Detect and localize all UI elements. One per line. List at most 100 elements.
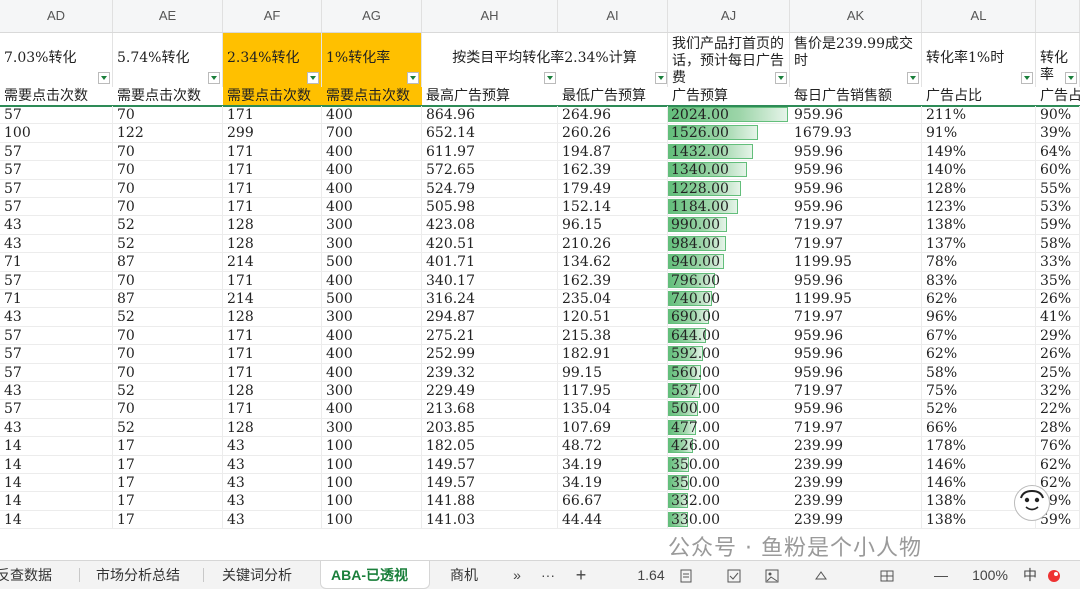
table-cell[interactable]: 171 xyxy=(223,326,322,345)
table-cell[interactable]: 179.49 xyxy=(558,179,668,198)
column-letter-next[interactable] xyxy=(1036,0,1080,32)
table-cell[interactable]: 90% xyxy=(1036,106,1080,124)
table-cell[interactable]: 719.97 xyxy=(790,382,922,400)
table-cell[interactable]: 213.68 xyxy=(422,400,558,419)
table-cell[interactable]: 1199.95 xyxy=(790,253,922,272)
table-cell[interactable]: 128 xyxy=(223,308,322,327)
table-cell[interactable]: 100 xyxy=(322,455,422,474)
table-cell[interactable]: 43 xyxy=(223,492,322,511)
table-cell[interactable]: 44.44 xyxy=(558,510,668,529)
table-cell[interactable]: 57 xyxy=(0,161,113,180)
table-cell[interactable]: 260.26 xyxy=(558,124,668,143)
table-cell[interactable]: 171 xyxy=(223,142,322,161)
add-sheet-button[interactable]: + xyxy=(570,561,592,589)
table-cell[interactable]: 171 xyxy=(223,161,322,180)
subheader-cell[interactable]: 最高广告预算 xyxy=(422,87,558,105)
table-cell[interactable]: 43 xyxy=(0,308,113,327)
table-cell[interactable]: 171 xyxy=(223,179,322,198)
table-cell[interactable]: 239.32 xyxy=(422,363,558,382)
table-cell[interactable]: 57 xyxy=(0,106,113,124)
table-cell[interactable]: 26% xyxy=(1036,345,1080,364)
table-cell[interactable]: 70 xyxy=(113,400,223,419)
table-cell[interactable]: 52% xyxy=(922,400,1036,419)
subheader-cell[interactable]: 广告占比 xyxy=(922,87,1036,105)
table-cell[interactable]: 162.39 xyxy=(558,271,668,290)
header-cell-af[interactable]: 2.34%转化 xyxy=(223,33,322,87)
table-cell[interactable]: 423.08 xyxy=(422,216,558,235)
table-cell[interactable]: 350.00 xyxy=(668,456,720,474)
table-cell[interactable]: 135.04 xyxy=(558,400,668,419)
table-cell[interactable]: 14 xyxy=(0,455,113,474)
table-cell[interactable]: 70 xyxy=(113,161,223,180)
table-cell[interactable]: 71 xyxy=(0,253,113,272)
filter-dropdown-icon[interactable] xyxy=(907,72,919,84)
table-cell[interactable]: 401.71 xyxy=(422,253,558,272)
filter-dropdown-icon[interactable] xyxy=(1021,72,1033,84)
table-cell[interactable]: 70 xyxy=(113,142,223,161)
table-cell[interactable]: 959.96 xyxy=(790,106,922,124)
column-letter-al[interactable]: AL xyxy=(922,0,1036,32)
table-cell[interactable]: 14 xyxy=(0,492,113,511)
column-letter-af[interactable]: AF xyxy=(223,0,322,32)
table-cell[interactable]: 959.96 xyxy=(790,198,922,216)
table-cell[interactable]: 137% xyxy=(922,234,1036,253)
image-icon[interactable] xyxy=(762,561,782,589)
filter-dropdown-icon[interactable] xyxy=(775,72,787,84)
table-cell[interactable]: 572.65 xyxy=(422,161,558,180)
table-cell[interactable]: 959.96 xyxy=(790,363,922,382)
table-cell[interactable]: 57 xyxy=(0,345,113,364)
subheader-cell[interactable]: 最低广告预算 xyxy=(558,87,668,105)
table-cell[interactable]: 134.62 xyxy=(558,253,668,272)
table-cell[interactable]: 537.00 xyxy=(668,382,720,400)
table-cell[interactable]: 719.97 xyxy=(790,418,922,437)
filter-dropdown-icon[interactable] xyxy=(208,72,220,84)
table-cell[interactable]: 400 xyxy=(322,179,422,198)
table-cell[interactable]: 39% xyxy=(1036,124,1080,143)
table-cell[interactable]: 171 xyxy=(223,198,322,216)
column-letter-ad[interactable]: AD xyxy=(0,0,113,32)
table-cell[interactable]: 52 xyxy=(113,216,223,235)
table-cell[interactable]: 28% xyxy=(1036,418,1080,437)
table-cell[interactable]: 294.87 xyxy=(422,308,558,327)
table-cell[interactable]: 210.26 xyxy=(558,234,668,253)
table-cell[interactable]: 235.04 xyxy=(558,290,668,308)
table-cell[interactable]: 83% xyxy=(922,271,1036,290)
table-cell[interactable]: 128 xyxy=(223,382,322,400)
ime-icon[interactable] xyxy=(1044,561,1064,589)
filter-dropdown-icon[interactable] xyxy=(307,72,319,84)
table-cell[interactable]: 87 xyxy=(113,253,223,272)
table-cell[interactable]: 138% xyxy=(922,216,1036,235)
tab-menu-button[interactable]: ··· xyxy=(536,561,560,589)
table-cell[interactable]: 299 xyxy=(223,124,322,143)
table-cell[interactable]: 1184.00 xyxy=(668,198,729,216)
table-cell[interactable]: 984.00 xyxy=(668,235,720,253)
table-cell[interactable]: 14 xyxy=(0,474,113,492)
table-cell[interactable]: 203.85 xyxy=(422,418,558,437)
table-cell[interactable]: 400 xyxy=(322,106,422,124)
table-cell[interactable]: 239.99 xyxy=(790,455,922,474)
filter-dropdown-icon[interactable] xyxy=(98,72,110,84)
table-cell[interactable]: 340.17 xyxy=(422,271,558,290)
table-cell[interactable]: 171 xyxy=(223,345,322,364)
table-cell[interactable]: 33% xyxy=(1036,253,1080,272)
table-cell[interactable]: 120.51 xyxy=(558,308,668,327)
table-cell[interactable]: 152.14 xyxy=(558,198,668,216)
table-cell[interactable]: 66.67 xyxy=(558,492,668,511)
table-cell[interactable]: 400 xyxy=(322,345,422,364)
subheader-cell[interactable]: 广告预算 xyxy=(668,87,790,105)
subheader-cell[interactable]: 需要点击次数 xyxy=(322,87,422,105)
table-cell[interactable]: 500 xyxy=(322,290,422,308)
table-cell[interactable]: 32% xyxy=(1036,382,1080,400)
table-cell[interactable]: 62% xyxy=(922,345,1036,364)
table-cell[interactable]: 316.24 xyxy=(422,290,558,308)
table-cell[interactable]: 57 xyxy=(0,179,113,198)
table-cell[interactable]: 229.49 xyxy=(422,382,558,400)
subheader-cell[interactable]: 需要点击次数 xyxy=(113,87,223,105)
table-cell[interactable]: 52 xyxy=(113,418,223,437)
table-cell[interactable]: 43 xyxy=(223,437,322,456)
table-cell[interactable]: 43 xyxy=(0,418,113,437)
table-cell[interactable]: 400 xyxy=(322,161,422,180)
table-cell[interactable]: 122 xyxy=(113,124,223,143)
filter-dropdown-icon[interactable] xyxy=(655,72,667,84)
table-cell[interactable]: 740.00 xyxy=(668,290,720,308)
